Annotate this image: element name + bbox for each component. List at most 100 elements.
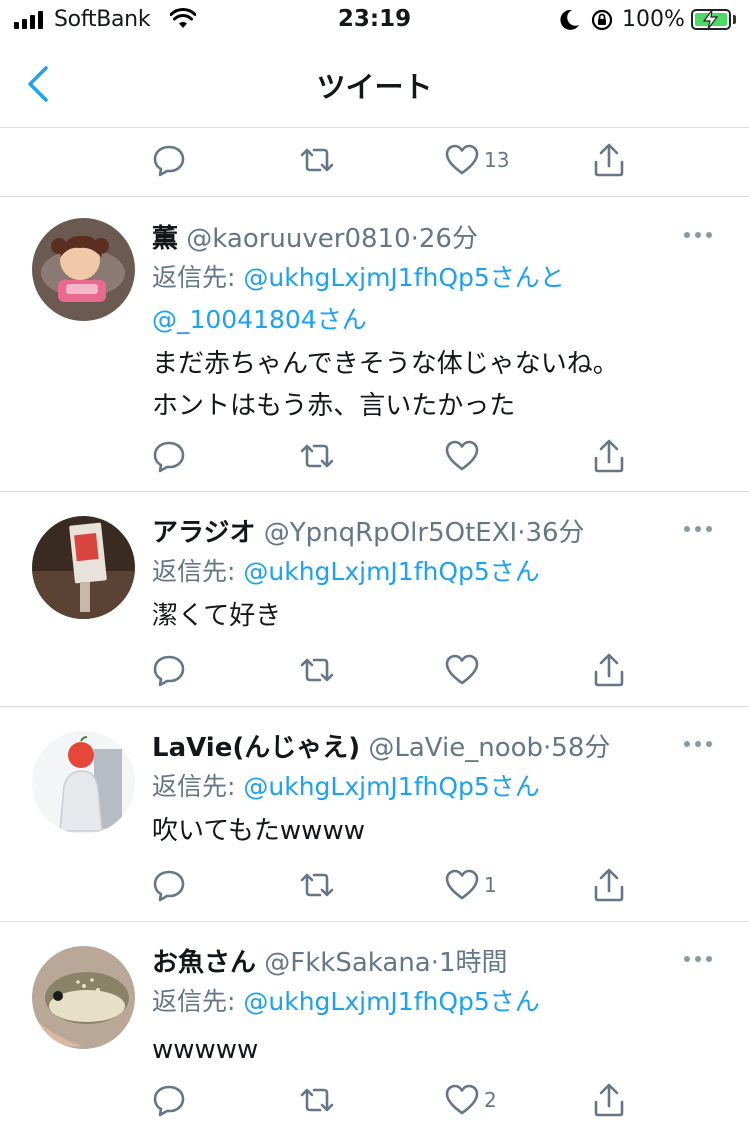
display-name[interactable]: お魚さん <box>152 948 256 978</box>
like-count: 1 <box>484 873 497 897</box>
do-not-disturb-moon-icon <box>560 9 579 30</box>
avatar[interactable] <box>32 731 135 834</box>
reply-prefix: 返信先: <box>152 987 244 1016</box>
reply-icon <box>153 1085 185 1117</box>
avatar[interactable] <box>32 946 135 1049</box>
tweet-text-line: wwwww <box>152 1035 259 1065</box>
display-name[interactable]: LaVie(んじゃえ) <box>152 733 360 763</box>
reply-icon <box>153 870 185 902</box>
reply-button[interactable] <box>152 865 186 905</box>
tweet-time: 36分 <box>525 518 585 548</box>
battery-icon <box>691 9 731 30</box>
reply-button[interactable] <box>152 436 186 476</box>
divider <box>0 491 749 492</box>
like-button[interactable]: 13 <box>444 140 509 180</box>
like-count: 13 <box>484 148 510 172</box>
like-count: 2 <box>484 1088 497 1112</box>
reply-icon <box>153 145 185 177</box>
reply-button[interactable] <box>152 650 186 690</box>
like-button[interactable]: 1 <box>444 865 497 905</box>
tweet-action-bar: 2 <box>0 1080 749 1120</box>
battery-percent: 100% <box>622 7 685 32</box>
like-button[interactable]: 2 <box>444 1080 497 1120</box>
tweet-time: 1時間 <box>439 948 508 978</box>
more-options-button[interactable] <box>684 522 716 536</box>
share-button[interactable] <box>592 140 626 180</box>
more-options-button[interactable] <box>684 228 716 242</box>
mention-link[interactable]: @ukhgLxjmJ1fhQp5さん <box>243 987 539 1016</box>
avatar[interactable] <box>32 218 135 321</box>
reply-to-line: 返信先: @ukhgLxjmJ1fhQp5さんと <box>152 258 565 294</box>
share-button[interactable] <box>592 436 626 476</box>
divider <box>0 706 749 707</box>
retweet-icon <box>300 873 334 897</box>
share-icon <box>594 439 624 473</box>
navigation-bar: ツイート <box>0 40 749 128</box>
user-handle[interactable]: @kaoruuver0810 <box>186 224 410 254</box>
reply-button[interactable] <box>152 140 186 180</box>
user-handle[interactable]: @LaVie_noob <box>368 733 543 763</box>
heart-icon <box>445 654 479 685</box>
tweet-time: 58分 <box>551 733 611 763</box>
share-icon <box>594 143 624 177</box>
more-options-button[interactable] <box>684 737 716 751</box>
mention-link[interactable]: @_10041804さん <box>152 305 367 334</box>
tweet-text-line: まだ赤ちゃんできそうな体じゃないね。 <box>152 349 619 379</box>
heart-icon <box>445 144 479 175</box>
reply-prefix: 返信先: <box>152 557 244 586</box>
status-bar: SoftBank 23:19 100% <box>0 0 749 40</box>
retweet-button[interactable] <box>298 865 336 905</box>
share-icon <box>594 653 624 687</box>
tweet-header: LaVie(んじゃえ) @LaVie_noob·58分 <box>152 727 610 764</box>
retweet-button[interactable] <box>298 650 336 690</box>
user-handle[interactable]: @FkkSakana <box>264 948 430 978</box>
tweet-time: 26分 <box>418 224 478 254</box>
separator-dot: · <box>410 224 419 254</box>
reply-to-line: 返信先: @ukhgLxjmJ1fhQp5さん <box>152 767 540 803</box>
more-options-button[interactable] <box>684 952 716 966</box>
retweet-button[interactable] <box>298 436 336 476</box>
reply-prefix: 返信先: <box>152 263 244 292</box>
tweet-header: 薫 @kaoruuver0810·26分 <box>152 218 478 255</box>
retweet-icon <box>300 148 334 172</box>
retweet-button[interactable] <box>298 140 336 180</box>
mention-link[interactable]: @ukhgLxjmJ1fhQp5さんと <box>243 263 564 292</box>
reply-button[interactable] <box>152 1080 186 1120</box>
reply-to-line-continued: @_10041804さん <box>152 300 367 336</box>
heart-icon <box>445 440 479 471</box>
battery-cap <box>733 15 736 24</box>
orientation-lock-icon <box>591 9 613 31</box>
retweet-icon <box>300 444 334 468</box>
tweet-action-bar: 13 <box>0 140 749 180</box>
tweet-header: お魚さん @FkkSakana·1時間 <box>152 942 508 979</box>
share-button[interactable] <box>592 865 626 905</box>
user-handle[interactable]: @YpnqRpOlr5OtEXI <box>264 518 517 548</box>
like-button[interactable] <box>444 436 484 476</box>
reply-to-line: 返信先: @ukhgLxjmJ1fhQp5さん <box>152 982 540 1018</box>
reply-to-line: 返信先: @ukhgLxjmJ1fhQp5さん <box>152 552 540 588</box>
tweet-action-bar: 1 <box>0 865 749 905</box>
heart-icon <box>445 1084 479 1115</box>
tweet-text-line: 潔くて好き <box>152 601 282 631</box>
share-button[interactable] <box>592 650 626 690</box>
mention-link[interactable]: @ukhgLxjmJ1fhQp5さん <box>243 557 539 586</box>
page-title: ツイート <box>316 70 433 104</box>
reply-icon <box>153 655 185 687</box>
share-icon <box>594 1083 624 1117</box>
divider <box>0 921 749 922</box>
avatar[interactable] <box>32 516 135 619</box>
display-name[interactable]: アラジオ <box>152 518 255 548</box>
tweet-action-bar <box>0 650 749 690</box>
like-button[interactable] <box>444 650 484 690</box>
separator-dot: · <box>430 948 439 978</box>
tweet-text-line: ホントはもう赤、言いたかった <box>152 391 516 421</box>
share-button[interactable] <box>592 1080 626 1120</box>
heart-icon <box>445 869 479 900</box>
retweet-icon <box>300 658 334 682</box>
tweet-action-bar <box>0 436 749 476</box>
mention-link[interactable]: @ukhgLxjmJ1fhQp5さん <box>243 772 539 801</box>
display-name[interactable]: 薫 <box>152 224 178 254</box>
reply-prefix: 返信先: <box>152 772 244 801</box>
retweet-icon <box>300 1088 334 1112</box>
retweet-button[interactable] <box>298 1080 336 1120</box>
